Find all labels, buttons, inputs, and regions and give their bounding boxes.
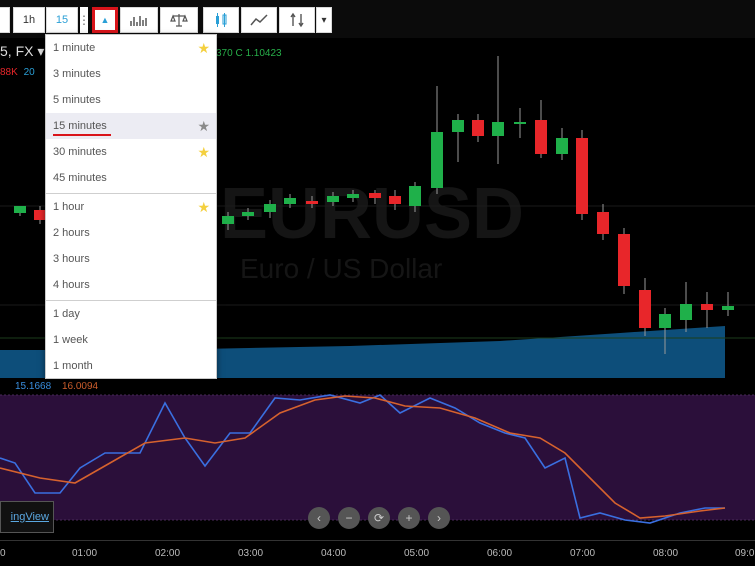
star-icon[interactable]: ★ (197, 40, 210, 57)
bar-chart-icon[interactable] (120, 7, 158, 33)
time-tick: 05:00 (404, 548, 430, 559)
price-legend: 88K 20 (0, 67, 35, 78)
star-icon[interactable]: ★ (197, 144, 210, 161)
interval-option-30-minutes[interactable]: 30 minutes ★ (46, 139, 216, 165)
scroll-right-button[interactable]: › (428, 507, 450, 529)
interval-dropdown: 1 minute ★ 3 minutes 5 minutes 15 minute… (45, 34, 217, 379)
oscillator-legend: 15.1668 16.0094 (15, 381, 99, 392)
indicators-menu-arrow[interactable]: ▾ (316, 7, 332, 33)
candle-body (222, 216, 234, 224)
interval-option-2-hours[interactable]: 2 hours (46, 220, 216, 246)
interval-option-3-hours[interactable]: 3 hours (46, 246, 216, 272)
candle-body (452, 120, 464, 132)
candle-body (514, 122, 526, 124)
interval-dropdown-toggle[interactable]: ▲ (92, 7, 118, 33)
time-tick: 07:00 (570, 548, 596, 559)
interval-option-45-minutes[interactable]: 45 minutes (46, 165, 216, 191)
time-tick: 08:00 (653, 548, 679, 559)
interval-button-prev[interactable] (0, 7, 10, 33)
indicators-icon[interactable] (279, 7, 315, 33)
interval-option-1-day[interactable]: 1 day (46, 301, 216, 327)
more-intervals-dots[interactable]: ⋮ (78, 7, 90, 33)
candle-body (576, 138, 588, 214)
ohlc-readout: 370 C 1.10423 (216, 48, 282, 59)
zoom-in-button[interactable]: + (398, 507, 420, 529)
candle-body (597, 212, 609, 234)
time-tick: 09:0 (735, 548, 755, 559)
symbol-label[interactable]: 5, FX ▾ (0, 43, 44, 60)
interval-option-1-month[interactable]: 1 month (46, 353, 216, 379)
candle-body (327, 196, 339, 202)
interval-option-1-minute[interactable]: 1 minute ★ (46, 35, 216, 61)
time-tick: 02:00 (155, 548, 181, 559)
interval-option-3-minutes[interactable]: 3 minutes (46, 61, 216, 87)
line-chart-icon[interactable] (241, 7, 277, 33)
time-tick: 0 (0, 548, 6, 559)
candle-body (618, 234, 630, 286)
candle-body (306, 201, 318, 204)
svg-text:EURUSD: EURUSD (220, 174, 524, 254)
candle-body (535, 120, 547, 154)
scroll-left-button[interactable]: ‹ (308, 507, 330, 529)
candle-body (369, 193, 381, 198)
candle-body (347, 194, 359, 198)
candle-body (659, 314, 671, 328)
interval-option-15-minutes[interactable]: 15 minutes ★ (46, 113, 216, 139)
candle-body (409, 186, 421, 206)
candle-body (722, 306, 734, 310)
interval-option-1-week[interactable]: 1 week (46, 327, 216, 353)
candle-body (14, 206, 26, 213)
time-axis[interactable]: 0 01:00 02:00 03:00 04:00 05:00 06:00 07… (0, 540, 755, 566)
zoom-out-button[interactable]: − (338, 507, 360, 529)
candle-body (389, 196, 401, 204)
reset-chart-button[interactable]: ⟳ (368, 507, 390, 529)
candle-body (264, 204, 276, 212)
candle-body (639, 290, 651, 328)
candle-body (556, 138, 568, 154)
candle-body (701, 304, 713, 310)
candle-body (492, 122, 504, 136)
star-icon[interactable]: ★ (197, 199, 210, 216)
candle-body (242, 212, 254, 216)
interval-option-1-hour[interactable]: 1 hour ★ (46, 194, 216, 220)
interval-15-button[interactable]: 15 (46, 7, 78, 33)
star-icon[interactable]: ★ (197, 118, 210, 135)
time-tick: 03:00 (238, 548, 264, 559)
tradingview-logo[interactable]: ingView (0, 501, 54, 533)
interval-option-5-minutes[interactable]: 5 minutes (46, 87, 216, 113)
candle-body (680, 304, 692, 320)
selection-underline (53, 134, 111, 136)
svg-text:Euro / US Dollar: Euro / US Dollar (240, 253, 442, 284)
time-tick: 06:00 (487, 548, 513, 559)
time-tick: 04:00 (321, 548, 347, 559)
compare-scale-icon[interactable] (160, 7, 198, 33)
candle-body (472, 120, 484, 136)
interval-1h-button[interactable]: 1h (13, 7, 45, 33)
time-tick: 01:00 (72, 548, 98, 559)
candle-body (431, 132, 443, 188)
interval-option-4-hours[interactable]: 4 hours (46, 272, 216, 298)
toolbar: 1h 15 ⋮ ▲ ▾ (0, 0, 755, 38)
candle-body (284, 198, 296, 204)
candles-icon[interactable] (203, 7, 239, 33)
